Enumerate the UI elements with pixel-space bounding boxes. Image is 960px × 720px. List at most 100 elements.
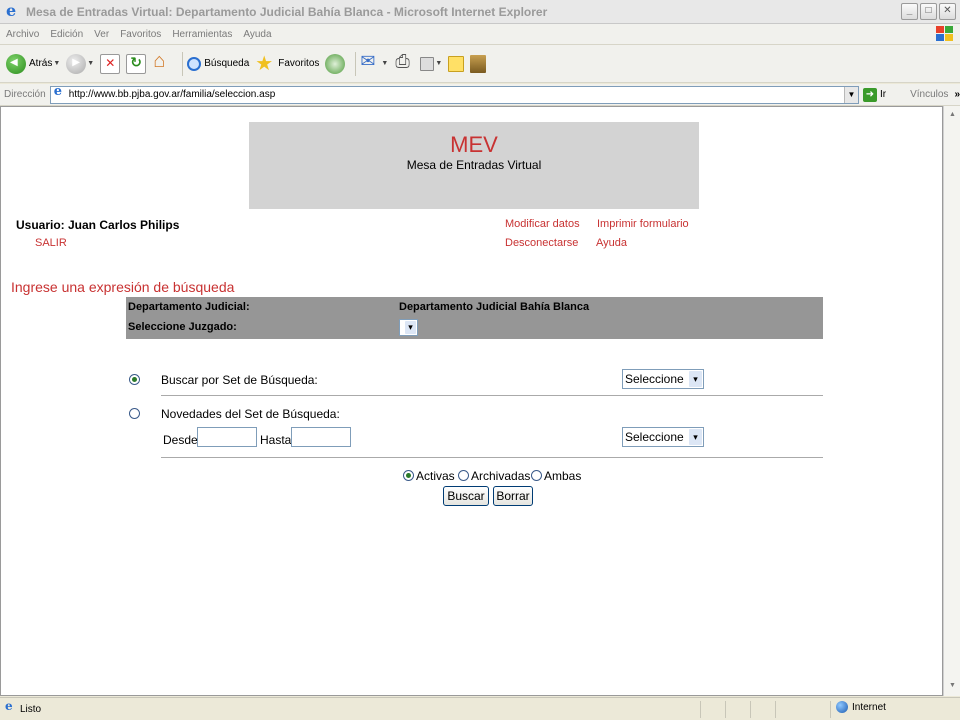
novedades-radio[interactable] <box>129 408 140 419</box>
ayuda-link[interactable]: Ayuda <box>596 237 627 249</box>
status-divider <box>830 701 831 718</box>
back-dropdown-icon[interactable]: ▼ <box>53 60 60 67</box>
set-busqueda-select-value: Seleccione <box>625 372 684 386</box>
set-busqueda-select[interactable]: Seleccione <box>622 369 704 389</box>
security-zone: Internet <box>836 701 886 713</box>
address-bar: Dirección http://www.bb.pjba.gov.ar/fami… <box>0 84 960 106</box>
refresh-icon <box>126 53 147 74</box>
ambas-label: Ambas <box>544 469 582 483</box>
banner-subtitle: Mesa de Entradas Virtual <box>406 158 542 172</box>
mail-button[interactable]: ▼ <box>360 50 388 78</box>
links-more-icon[interactable]: » <box>954 89 960 100</box>
buscar-set-radio[interactable] <box>129 374 140 385</box>
status-divider <box>750 701 751 718</box>
forward-dropdown-icon[interactable]: ▼ <box>87 60 94 67</box>
department-table: Departamento Judicial: Departamento Judi… <box>126 297 823 339</box>
search-button[interactable]: Búsqueda <box>187 50 249 78</box>
status-divider <box>725 701 726 718</box>
home-icon <box>152 50 172 74</box>
globe-icon <box>836 701 848 713</box>
divider <box>161 395 823 396</box>
page-icon <box>53 84 66 101</box>
status-divider <box>775 701 776 718</box>
edit-dropdown-icon[interactable]: ▼ <box>435 60 442 67</box>
activas-label: Activas <box>416 469 455 483</box>
window-controls: _ □ ✕ <box>901 3 956 20</box>
scroll-up-icon[interactable]: ▲ <box>945 107 960 122</box>
go-label: Ir <box>879 89 887 100</box>
status-text: Listo <box>20 703 42 715</box>
novedades-select[interactable]: Seleccione <box>622 427 704 447</box>
forward-arrow-icon <box>66 53 87 74</box>
search-label: Búsqueda <box>204 58 250 69</box>
juzgado-select[interactable] <box>399 319 418 336</box>
department-value: Departamento Judicial Bahía Blanca <box>399 301 590 313</box>
edit-icon <box>420 56 435 71</box>
status-divider <box>700 701 701 718</box>
back-button[interactable]: Atrás ▼ <box>6 50 60 78</box>
links-label[interactable]: Vínculos <box>910 89 948 100</box>
activas-radio[interactable] <box>403 470 414 481</box>
close-button[interactable]: ✕ <box>939 3 956 20</box>
divider <box>161 457 823 458</box>
buscar-set-label: Buscar por Set de Búsqueda: <box>161 373 318 387</box>
imprimir-formulario-link[interactable]: Imprimir formulario <box>597 218 689 230</box>
borrar-button[interactable]: Borrar <box>493 486 533 506</box>
menu-ver[interactable]: Ver <box>94 29 109 40</box>
ambas-radio[interactable] <box>531 470 542 481</box>
history-button[interactable] <box>325 50 346 78</box>
menu-bar: Archivo Edición Ver Favoritos Herramient… <box>0 24 960 45</box>
star-icon <box>255 51 275 76</box>
menu-edicion[interactable]: Edición <box>50 29 83 40</box>
vertical-scrollbar[interactable]: ▲ ▼ <box>943 106 960 696</box>
archivadas-radio[interactable] <box>458 470 469 481</box>
toolbar-separator <box>355 51 357 76</box>
home-button[interactable] <box>152 50 172 78</box>
maximize-button[interactable]: □ <box>920 3 937 20</box>
media-button[interactable] <box>470 50 487 78</box>
back-arrow-icon <box>6 53 26 74</box>
discuss-button[interactable] <box>448 50 465 78</box>
scroll-down-icon[interactable]: ▼ <box>945 678 960 693</box>
go-arrow-icon: ➜ <box>862 87 877 102</box>
menu-ayuda[interactable]: Ayuda <box>243 29 271 40</box>
menu-herramientas[interactable]: Herramientas <box>172 29 232 40</box>
zone-label: Internet <box>852 701 886 713</box>
stop-button[interactable] <box>100 50 121 78</box>
forward-button[interactable]: ▼ <box>66 50 94 78</box>
media-icon <box>470 54 487 73</box>
novedades-select-value: Seleccione <box>625 430 684 444</box>
department-label: Departamento Judicial: <box>128 301 250 313</box>
title-bar: Mesa de Entradas Virtual: Departamento J… <box>0 0 960 24</box>
juzgado-label: Seleccione Juzgado: <box>128 321 237 333</box>
desconectarse-link[interactable]: Desconectarse <box>505 237 578 249</box>
search-icon <box>187 56 202 71</box>
hasta-label: Hasta: <box>260 433 295 447</box>
edit-button[interactable]: ▼ <box>420 50 442 78</box>
mail-icon <box>360 51 380 74</box>
favorites-button[interactable]: Favoritos <box>255 50 319 78</box>
status-page-icon <box>4 699 16 715</box>
address-input[interactable]: http://www.bb.pjba.gov.ar/familia/selecc… <box>49 84 859 104</box>
print-button[interactable] <box>394 50 414 78</box>
hasta-input[interactable] <box>291 427 351 447</box>
desde-label: Desde: <box>163 433 202 447</box>
minimize-button[interactable]: _ <box>901 3 918 20</box>
modificar-datos-link[interactable]: Modificar datos <box>505 218 580 230</box>
menu-favoritos[interactable]: Favoritos <box>120 29 161 40</box>
archivadas-label: Archivadas <box>471 469 531 483</box>
mail-dropdown-icon[interactable]: ▼ <box>381 60 388 67</box>
status-bar: Listo Internet <box>0 697 960 720</box>
desde-input[interactable] <box>197 427 257 447</box>
address-dropdown-icon[interactable]: ▼ <box>843 86 858 103</box>
buscar-button[interactable]: Buscar <box>443 486 489 506</box>
refresh-button[interactable] <box>126 50 147 78</box>
go-button[interactable]: ➜ Ir <box>862 87 887 102</box>
ie-icon <box>4 1 20 20</box>
window-title: Mesa de Entradas Virtual: Departamento J… <box>26 4 548 19</box>
back-label: Atrás <box>29 58 53 69</box>
windows-logo-icon <box>934 25 954 43</box>
menu-archivo[interactable]: Archivo <box>6 29 39 40</box>
salir-link[interactable]: SALIR <box>35 237 67 249</box>
section-title: Ingrese una expresión de búsqueda <box>11 279 235 295</box>
